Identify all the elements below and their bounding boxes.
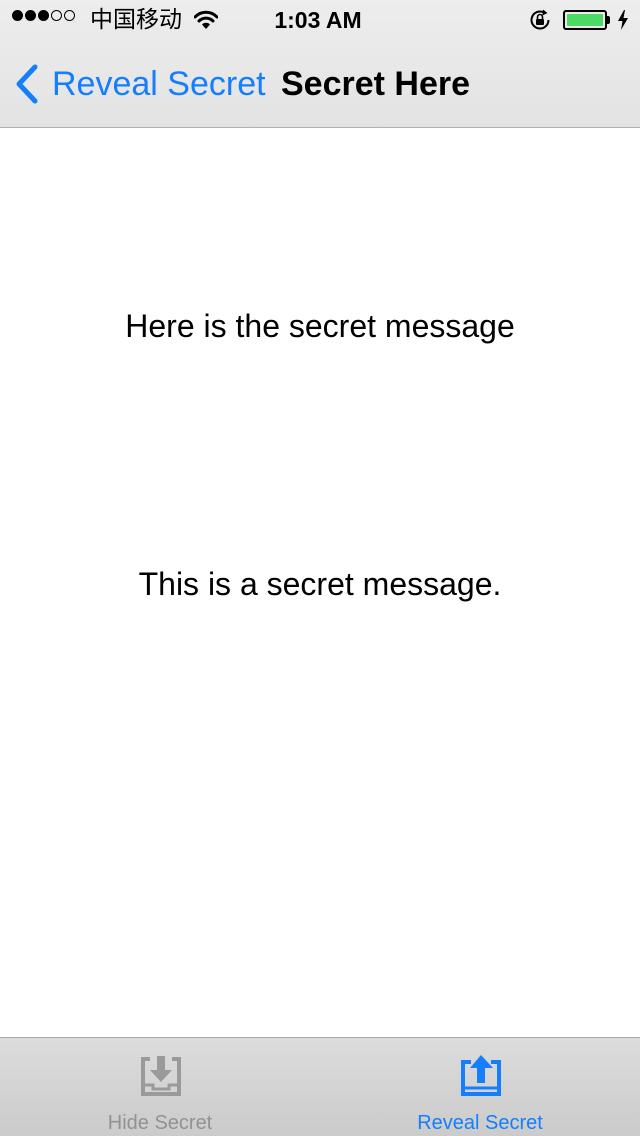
battery-level bbox=[567, 14, 603, 26]
tab-bar: Hide Secret Reveal Secret bbox=[0, 1037, 640, 1136]
battery-icon bbox=[563, 10, 611, 30]
tab-reveal-secret-label: Reveal Secret bbox=[417, 1112, 543, 1134]
tab-reveal-secret[interactable]: Reveal Secret bbox=[320, 1038, 640, 1136]
tray-upload-icon bbox=[460, 1055, 502, 1102]
back-button[interactable]: Reveal Secret bbox=[14, 60, 266, 108]
navigation-bar: Reveal Secret Secret Here bbox=[0, 40, 640, 128]
chevron-left-icon bbox=[16, 64, 38, 104]
tray-download-icon bbox=[140, 1055, 182, 1102]
secret-message: This is a secret message. bbox=[138, 566, 502, 602]
page-title: Secret Here bbox=[281, 65, 471, 103]
top-bar: 中国移动 1:03 AM Reveal Secret Secret Here bbox=[0, 0, 640, 128]
status-bar: 中国移动 1:03 AM bbox=[0, 0, 640, 40]
main-content: Here is the secret message This is a sec… bbox=[0, 128, 640, 1037]
charging-bolt-icon bbox=[617, 10, 629, 35]
tab-hide-secret[interactable]: Hide Secret bbox=[0, 1038, 320, 1136]
secret-heading: Here is the secret message bbox=[125, 308, 515, 344]
tab-hide-secret-label: Hide Secret bbox=[107, 1112, 213, 1134]
back-button-label: Reveal Secret bbox=[52, 65, 266, 103]
rotation-lock-icon bbox=[528, 8, 552, 37]
